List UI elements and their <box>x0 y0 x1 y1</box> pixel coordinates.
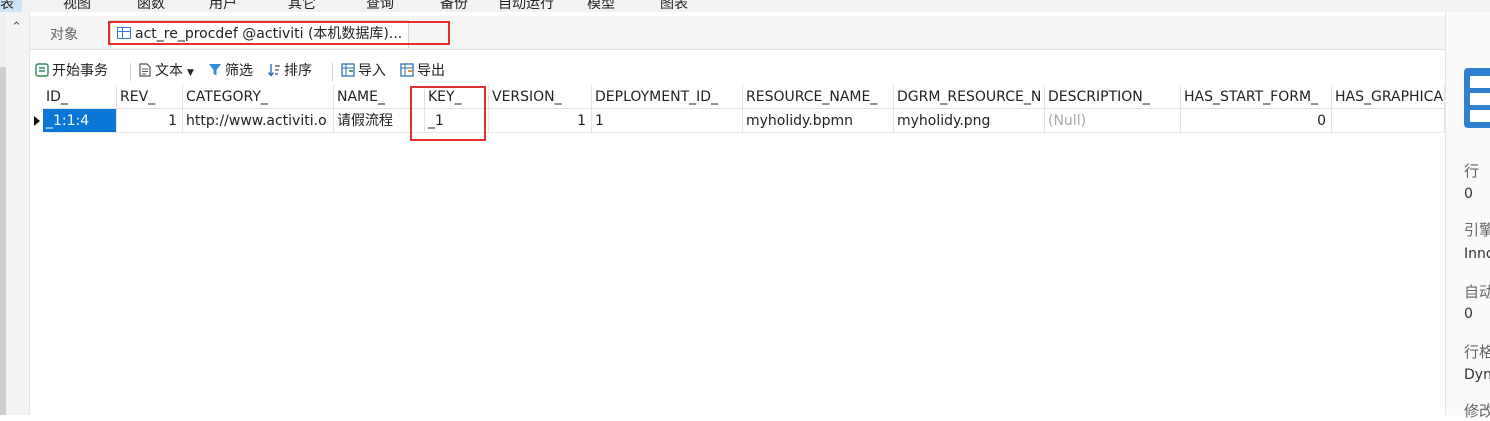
export-icon <box>400 63 414 77</box>
toolbar: 开始事务 文本 ▼ 筛选 排序 导入 导出 <box>30 55 1445 85</box>
document-icon <box>139 63 151 77</box>
column-header-version[interactable]: VERSION_ <box>489 85 592 109</box>
modified-label: 修改 <box>1464 402 1490 420</box>
chevron-down-icon: ▼ <box>187 68 194 78</box>
rows-label: 行 <box>1464 162 1480 180</box>
cell-rev[interactable]: 1 <box>117 109 183 133</box>
menu-item-backup[interactable]: 备份 <box>440 0 468 12</box>
transaction-icon <box>35 63 49 77</box>
column-header-deployment-id[interactable]: DEPLOYMENT_ID_ <box>592 85 743 109</box>
collapse-column: ⌃ <box>6 12 30 415</box>
column-header-has-graphical[interactable]: HAS_GRAPHICA <box>1332 85 1445 109</box>
menu-item-model[interactable]: 模型 <box>587 0 615 12</box>
column-header-id[interactable]: ID_ <box>43 85 117 109</box>
column-header-category[interactable]: CATEGORY_ <box>183 85 334 109</box>
column-header-has-start-form[interactable]: HAS_START_FORM_ <box>1181 85 1332 109</box>
export-button[interactable]: 导出 <box>400 60 445 82</box>
menu-item-view[interactable]: 视图 <box>63 0 91 12</box>
cell-description[interactable]: (Null) <box>1045 109 1181 133</box>
column-header-rev[interactable]: REV_ <box>117 85 183 109</box>
text-label: 文本 <box>155 63 183 79</box>
menu-item-chart[interactable]: 图表 <box>660 0 688 12</box>
cell-has-start-form[interactable]: 0 <box>1181 109 1332 133</box>
menu-item-user[interactable]: 用户 <box>209 0 237 12</box>
auto-increment-label: 自动 <box>1464 283 1490 301</box>
cell-category[interactable]: http://www.activiti.o <box>183 109 334 133</box>
menu-item-automation[interactable]: 自动运行 <box>498 0 554 12</box>
cell-version[interactable]: 1 <box>489 109 592 133</box>
text-button[interactable]: 文本 ▼ <box>138 60 194 82</box>
object-info-panel: 行 0 引擎 Inno 自动 0 行格 Dyn 修改 <box>1446 12 1490 420</box>
menu-item-table[interactable]: 表 <box>0 0 22 12</box>
engine-value: Inno <box>1464 246 1490 262</box>
cell-dgrm-resource-name[interactable]: myholidy.png <box>894 109 1045 133</box>
tab-highlight-box <box>108 21 450 45</box>
menu-item-function[interactable]: 函数 <box>137 0 165 12</box>
filter-button[interactable]: 筛选 <box>208 60 253 82</box>
menu-item-query[interactable]: 查询 <box>366 0 394 12</box>
toolbar-separator <box>130 63 131 81</box>
key-column-highlight-box <box>410 86 486 141</box>
export-label: 导出 <box>417 63 445 79</box>
column-header-resource-name[interactable]: RESOURCE_NAME_ <box>743 85 894 109</box>
data-grid: ID_ REV_ CATEGORY_ NAME_ KEY_ VERSION_ D… <box>30 85 1445 415</box>
filter-icon <box>209 64 221 76</box>
column-header-dgrm-resource-name[interactable]: DGRM_RESOURCE_N <box>894 85 1045 109</box>
auto-increment-value: 0 <box>1464 306 1473 322</box>
sort-icon <box>267 64 280 77</box>
begin-transaction-label: 开始事务 <box>52 63 108 79</box>
chevron-up-icon[interactable]: ⌃ <box>11 20 22 35</box>
rows-value: 0 <box>1464 186 1473 202</box>
column-header-description[interactable]: DESCRIPTION_ <box>1045 85 1181 109</box>
filter-label: 筛选 <box>225 63 253 79</box>
toolbar-separator <box>332 63 333 81</box>
menu-item-other[interactable]: 其它 <box>288 0 316 12</box>
cell-deployment-id[interactable]: 1 <box>592 109 743 133</box>
tab-objects[interactable]: 对象 <box>50 24 78 44</box>
row-format-value: Dyn <box>1464 367 1490 383</box>
begin-transaction-button[interactable]: 开始事务 <box>35 60 108 82</box>
current-row-marker <box>34 116 40 126</box>
cell-has-graphical[interactable] <box>1332 109 1445 133</box>
import-label: 导入 <box>358 63 386 79</box>
sort-label: 排序 <box>284 63 312 79</box>
row-format-label: 行格 <box>1464 343 1490 361</box>
cell-resource-name[interactable]: myholidy.bpmn <box>743 109 894 133</box>
cell-id[interactable]: _1:1:4 <box>43 109 117 133</box>
import-button[interactable]: 导入 <box>341 60 386 82</box>
table-large-icon <box>1464 68 1490 128</box>
engine-label: 引擎 <box>1464 221 1490 239</box>
menu-bar: 表 视图 函数 用户 其它 查询 备份 自动运行 模型 图表 <box>0 0 1490 12</box>
import-icon <box>341 63 355 77</box>
sort-button[interactable]: 排序 <box>267 60 312 82</box>
